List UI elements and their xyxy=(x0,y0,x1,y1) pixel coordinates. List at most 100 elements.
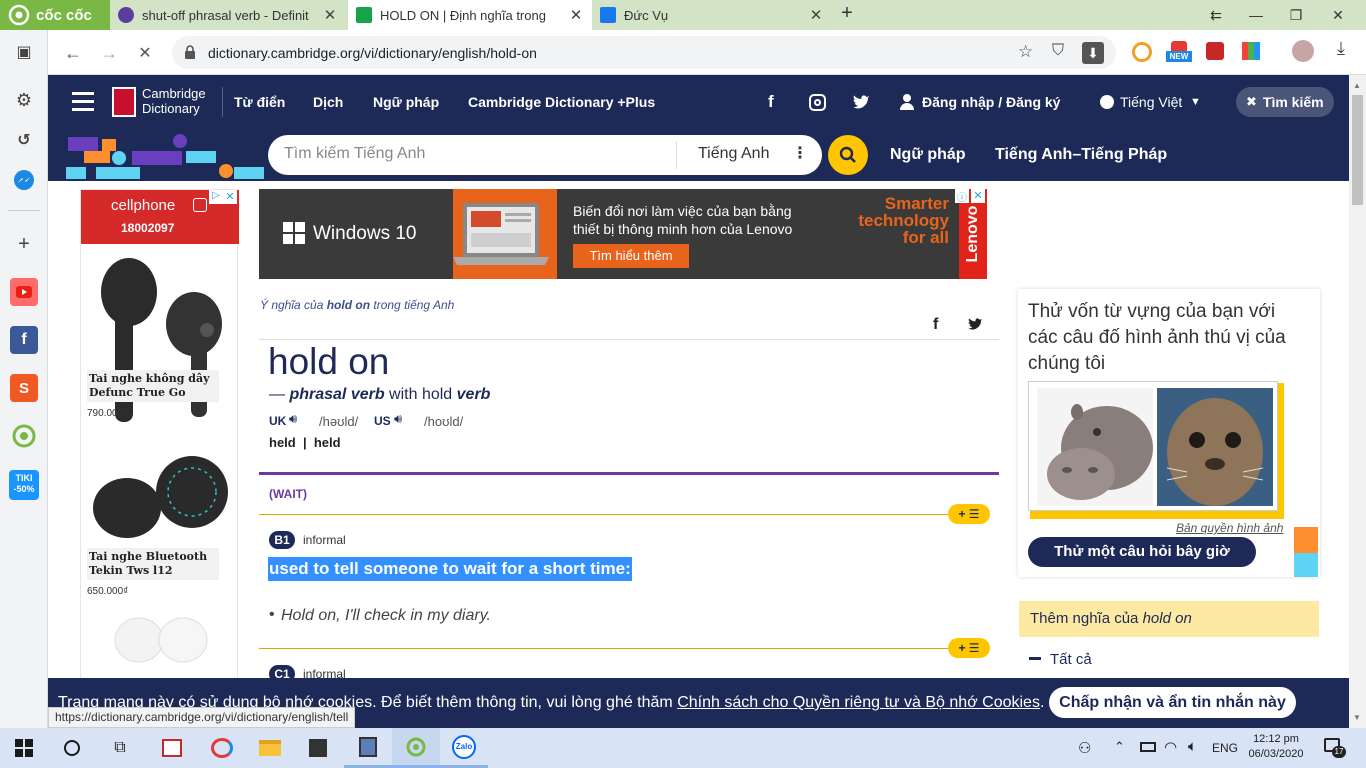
facebook-icon[interactable]: f xyxy=(10,326,38,354)
wifi-icon[interactable]: ◠ xyxy=(1164,738,1177,756)
ad-close-icon[interactable]: ✕ xyxy=(223,190,237,204)
messenger-icon[interactable] xyxy=(10,166,38,194)
file-explorer-icon[interactable] xyxy=(246,728,294,768)
search-button[interactable] xyxy=(828,135,868,175)
login-link[interactable]: Đăng nhập / Đăng ký xyxy=(922,75,1060,129)
youtube-icon[interactable] xyxy=(10,278,38,306)
people-icon[interactable]: ⚇ xyxy=(1078,739,1091,757)
bookmark-star-icon[interactable]: ☆ xyxy=(1018,42,1033,62)
show-hidden-icons[interactable]: ⌃ xyxy=(1114,739,1125,755)
hamburger-menu-icon[interactable] xyxy=(72,92,94,112)
shopee-icon[interactable]: S xyxy=(10,374,38,402)
nav2-grammar[interactable]: Ngữ pháp xyxy=(890,129,966,181)
ad-choices-icon[interactable]: ⓘ xyxy=(955,189,969,204)
top-ad-banner[interactable]: Windows 10 Biến đổi nơi làm việc của bạn… xyxy=(259,189,987,279)
tab-title: HOLD ON | Định nghĩa trong xyxy=(380,7,546,23)
ad-cta-button[interactable]: Tìm hiểu thêm xyxy=(573,244,689,268)
extension-color-icon[interactable] xyxy=(1242,42,1260,60)
image-copyright-link[interactable]: Bản quyền hình ảnh xyxy=(1176,521,1283,535)
settings-icon[interactable]: ⚙ xyxy=(10,86,38,114)
accept-cookies-button[interactable]: Chấp nhận và ẩn tin nhắn này xyxy=(1049,687,1296,718)
sticky-notes-icon[interactable] xyxy=(294,728,342,768)
avatar[interactable] xyxy=(1292,40,1314,62)
coc-coc-icon[interactable] xyxy=(10,422,38,450)
sidebar-panel-icon[interactable]: ▣ xyxy=(10,38,38,66)
tab-hold-on[interactable]: HOLD ON | Định nghĩa trong ✕ xyxy=(348,0,592,30)
scroll-down-icon[interactable]: ▼ xyxy=(1353,713,1361,722)
sense-title: (WAIT) xyxy=(269,487,307,501)
tab-facebook[interactable]: Đức Vụ ✕ xyxy=(592,0,832,30)
back-icon[interactable]: ← xyxy=(58,38,88,68)
ad-close-icon[interactable]: ✕ xyxy=(971,189,985,203)
all-meanings-link[interactable]: Tất cả xyxy=(1050,651,1092,668)
add-icon[interactable]: + xyxy=(10,230,38,258)
coc-coc-taskbar-icon[interactable] xyxy=(392,728,440,768)
vertical-scrollbar[interactable]: ▲ ▼ xyxy=(1349,75,1366,728)
extension-red-icon[interactable] xyxy=(1206,42,1224,60)
share-facebook-icon[interactable]: f xyxy=(933,316,938,334)
more-options-icon[interactable]: ⋮ xyxy=(792,143,808,163)
zalo-icon[interactable]: Zalo xyxy=(440,728,488,768)
twitter-icon[interactable] xyxy=(853,95,870,109)
new-tab-button[interactable]: + xyxy=(836,2,858,28)
app-icon[interactable] xyxy=(344,728,392,768)
paint-icon[interactable] xyxy=(198,728,246,768)
nav-translate[interactable]: Dịch xyxy=(313,75,343,129)
tiki-icon[interactable]: TIKI -50% xyxy=(9,470,39,500)
nav-grammar[interactable]: Ngữ pháp xyxy=(373,75,439,129)
quiz-images[interactable] xyxy=(1028,381,1278,511)
nav-dictionary[interactable]: Từ điển xyxy=(234,75,285,129)
language-selector[interactable]: Tiếng Việt xyxy=(1120,75,1182,129)
us-audio-icon[interactable]: 🔊︎ xyxy=(394,411,402,427)
scrollbar-thumb[interactable] xyxy=(1352,95,1363,205)
add-plus: + xyxy=(958,507,966,521)
app-icon[interactable] xyxy=(148,728,196,768)
cookie-policy-link[interactable]: Chính sách cho Quyền riêng tư và Bộ nhớ … xyxy=(677,694,1040,711)
more-title-word: hold on xyxy=(1142,610,1192,627)
tab-shut-off[interactable]: shut-off phrasal verb - Definit ✕ xyxy=(110,0,346,30)
left-ad[interactable]: cellphone 18002097 ▷ ✕ Tai nghe không dâ… xyxy=(80,189,239,728)
instagram-icon[interactable] xyxy=(809,94,826,111)
close-icon[interactable]: ✕ xyxy=(322,6,338,24)
address-bar[interactable]: dictionary.cambridge.org/vi/dictionary/e… xyxy=(172,36,1116,69)
shield-icon[interactable]: ⛉ xyxy=(1052,42,1064,60)
search-toggle-label: Tìm kiếm xyxy=(1262,94,1324,110)
nav-plus[interactable]: Cambridge Dictionary +Plus xyxy=(468,75,655,129)
close-icon[interactable]: ✕ xyxy=(568,6,584,24)
facebook-icon[interactable]: f xyxy=(768,75,774,129)
collapse-icon[interactable] xyxy=(1029,657,1041,660)
search-input[interactable]: Tìm kiếm Tiếng Anh xyxy=(284,145,425,163)
notification-icon[interactable]: 17 xyxy=(1324,738,1346,758)
coc-coc-menu-button[interactable]: cốc cốc xyxy=(0,0,110,30)
forward-icon[interactable]: → xyxy=(94,38,124,68)
uk-audio-icon[interactable]: 🔊︎ xyxy=(289,411,297,427)
try-quiz-button[interactable]: Thử một câu hỏi bây giờ xyxy=(1028,537,1256,567)
battery-icon[interactable] xyxy=(1140,742,1156,752)
site-logo[interactable]: Cambridge Dictionary xyxy=(142,86,206,116)
stop-loading-icon[interactable]: ✕ xyxy=(130,38,160,68)
extension-chrome-icon[interactable] xyxy=(1132,42,1152,62)
add-to-list-button[interactable]: + ☰ xyxy=(948,638,990,658)
clock[interactable]: 12:12 pm 06/03/2020 xyxy=(1248,732,1304,762)
close-window-button[interactable]: ✕ xyxy=(1318,0,1358,30)
history-icon[interactable]: ↺ xyxy=(10,126,38,154)
ad-choices-icon[interactable]: ▷ xyxy=(209,190,223,204)
downloads-icon[interactable]: ⤓ xyxy=(1330,38,1352,66)
start-button[interactable] xyxy=(0,728,48,768)
share-twitter-icon[interactable] xyxy=(968,318,983,330)
language-indicator[interactable]: ENG xyxy=(1212,741,1238,755)
restore-button[interactable]: ❐ xyxy=(1276,0,1316,30)
search-language-selector[interactable]: Tiếng Anh xyxy=(698,145,769,163)
extension-new-icon[interactable]: NEW xyxy=(1166,41,1192,65)
task-view-icon[interactable]: ⧉ xyxy=(96,728,144,768)
tab-search-icon[interactable]: ⇇ xyxy=(1196,0,1236,30)
download-video-icon[interactable]: ⬇ xyxy=(1082,42,1104,64)
search-taskbar-icon[interactable] xyxy=(48,728,96,768)
add-to-list-button[interactable]: + ☰ xyxy=(948,504,990,524)
minimize-button[interactable]: — xyxy=(1236,0,1276,30)
nav2-translate[interactable]: Tiếng Anh–Tiếng Pháp xyxy=(995,129,1167,181)
scroll-up-icon[interactable]: ▲ xyxy=(1353,81,1361,90)
close-icon[interactable]: ✕ xyxy=(808,6,824,24)
volume-icon[interactable]: 🔈︎ xyxy=(1188,738,1197,755)
search-toggle-button[interactable]: ✖ Tìm kiếm xyxy=(1236,87,1334,117)
